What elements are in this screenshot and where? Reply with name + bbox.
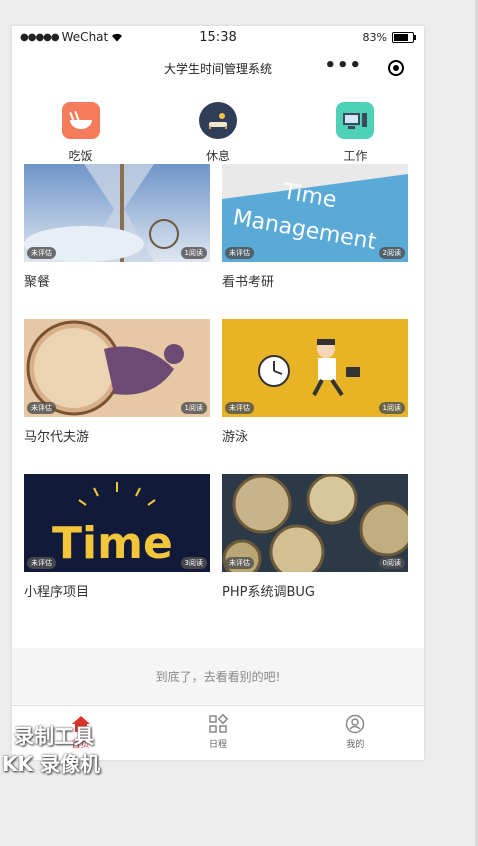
profile-icon xyxy=(346,714,365,734)
category-work[interactable]: 工作 xyxy=(287,88,424,164)
battery-icon xyxy=(392,31,416,43)
read-count-badge: 0阅读 xyxy=(378,557,405,569)
category-bar: 吃饭 休息 工作 xyxy=(12,88,424,164)
card-image-time-text: Time 未评估 3阅读 xyxy=(24,474,210,572)
card-title: 看书考研 xyxy=(222,275,275,290)
read-count-badge: 1阅读 xyxy=(180,247,207,259)
category-label: 休息 xyxy=(205,149,230,163)
activity-card[interactable]: Time 未评估 3阅读 小程序项目 xyxy=(24,474,210,629)
category-rest[interactable]: 休息 xyxy=(149,88,286,164)
card-title: PHP系统调BUG xyxy=(222,585,315,600)
end-of-list-text: 到底了，去看看别的吧! xyxy=(12,648,424,704)
computer-icon xyxy=(336,102,375,139)
read-count-badge: 2阅读 xyxy=(378,247,405,259)
category-label: 吃饭 xyxy=(68,149,93,163)
card-title: 游泳 xyxy=(222,430,249,445)
status-badge: 未评估 xyxy=(27,247,56,259)
status-badge: 未评估 xyxy=(225,557,254,569)
page-title: 大学生时间管理系统 xyxy=(163,61,272,76)
read-count-badge: 1阅读 xyxy=(180,402,207,414)
card-image-clock-runner: 未评估 1阅读 xyxy=(24,319,210,417)
svg-text:Time: Time xyxy=(52,518,173,569)
activity-card[interactable]: 未评估 1阅读 聚餐 xyxy=(24,164,210,319)
sleep-icon xyxy=(198,102,237,139)
tab-profile[interactable]: 我的 xyxy=(287,706,424,760)
read-count-badge: 1阅读 xyxy=(378,402,405,414)
status-badge: 未评估 xyxy=(27,402,56,414)
status-bar: ●●●●● WeChat 15:38 83% xyxy=(12,26,424,48)
read-count-badge: 3阅读 xyxy=(180,557,207,569)
activity-card[interactable]: 未评估 1阅读 马尔代夫游 xyxy=(24,319,210,474)
card-image-clock-gears: 未评估 0阅读 xyxy=(222,474,408,572)
close-miniprogram-icon[interactable] xyxy=(388,60,404,76)
battery-fill xyxy=(394,33,409,41)
activity-card[interactable]: 未评估 0阅读 PHP系统调BUG xyxy=(222,474,408,629)
schedule-icon xyxy=(209,714,228,733)
more-options-icon[interactable]: ••• xyxy=(324,57,362,75)
recorder-watermark: 录制工具 KK 录像机 xyxy=(2,722,100,778)
status-badge: 未评估 xyxy=(225,402,254,414)
watermark-line: KK 录像机 xyxy=(2,752,100,776)
rice-bowl-icon xyxy=(61,102,100,139)
activity-card[interactable]: 未评估 1阅读 游泳 xyxy=(222,319,408,474)
nav-bar: 大学生时间管理系统 ••• xyxy=(12,48,424,88)
tab-schedule[interactable]: 日程 xyxy=(149,706,286,760)
status-badge: 未评估 xyxy=(27,557,56,569)
clock: 15:38 xyxy=(199,29,237,45)
tab-label: 日程 xyxy=(208,740,227,750)
watermark-line: 录制工具 xyxy=(14,724,94,748)
phone-screen: ●●●●● WeChat 15:38 83% 大学生时间管理系统 ••• 吃饭 … xyxy=(12,26,424,760)
category-label: 工作 xyxy=(343,149,368,163)
activity-card[interactable]: Time Management 未评估 2阅读 看书考研 xyxy=(222,164,408,319)
category-eat[interactable]: 吃饭 xyxy=(12,88,149,164)
card-title: 聚餐 xyxy=(24,275,51,290)
card-title: 马尔代夫游 xyxy=(24,430,90,445)
card-image-hourglass: 未评估 1阅读 xyxy=(24,164,210,262)
tab-label: 我的 xyxy=(346,740,365,750)
card-image-running-businessman: 未评估 1阅读 xyxy=(222,319,408,417)
activity-grid: 未评估 1阅读 聚餐 Time Management 未评估 2阅读 看书考研 xyxy=(12,164,424,629)
card-title: 小程序项目 xyxy=(24,585,90,600)
card-image-time-management: Time Management 未评估 2阅读 xyxy=(222,164,408,262)
status-badge: 未评估 xyxy=(225,247,254,259)
